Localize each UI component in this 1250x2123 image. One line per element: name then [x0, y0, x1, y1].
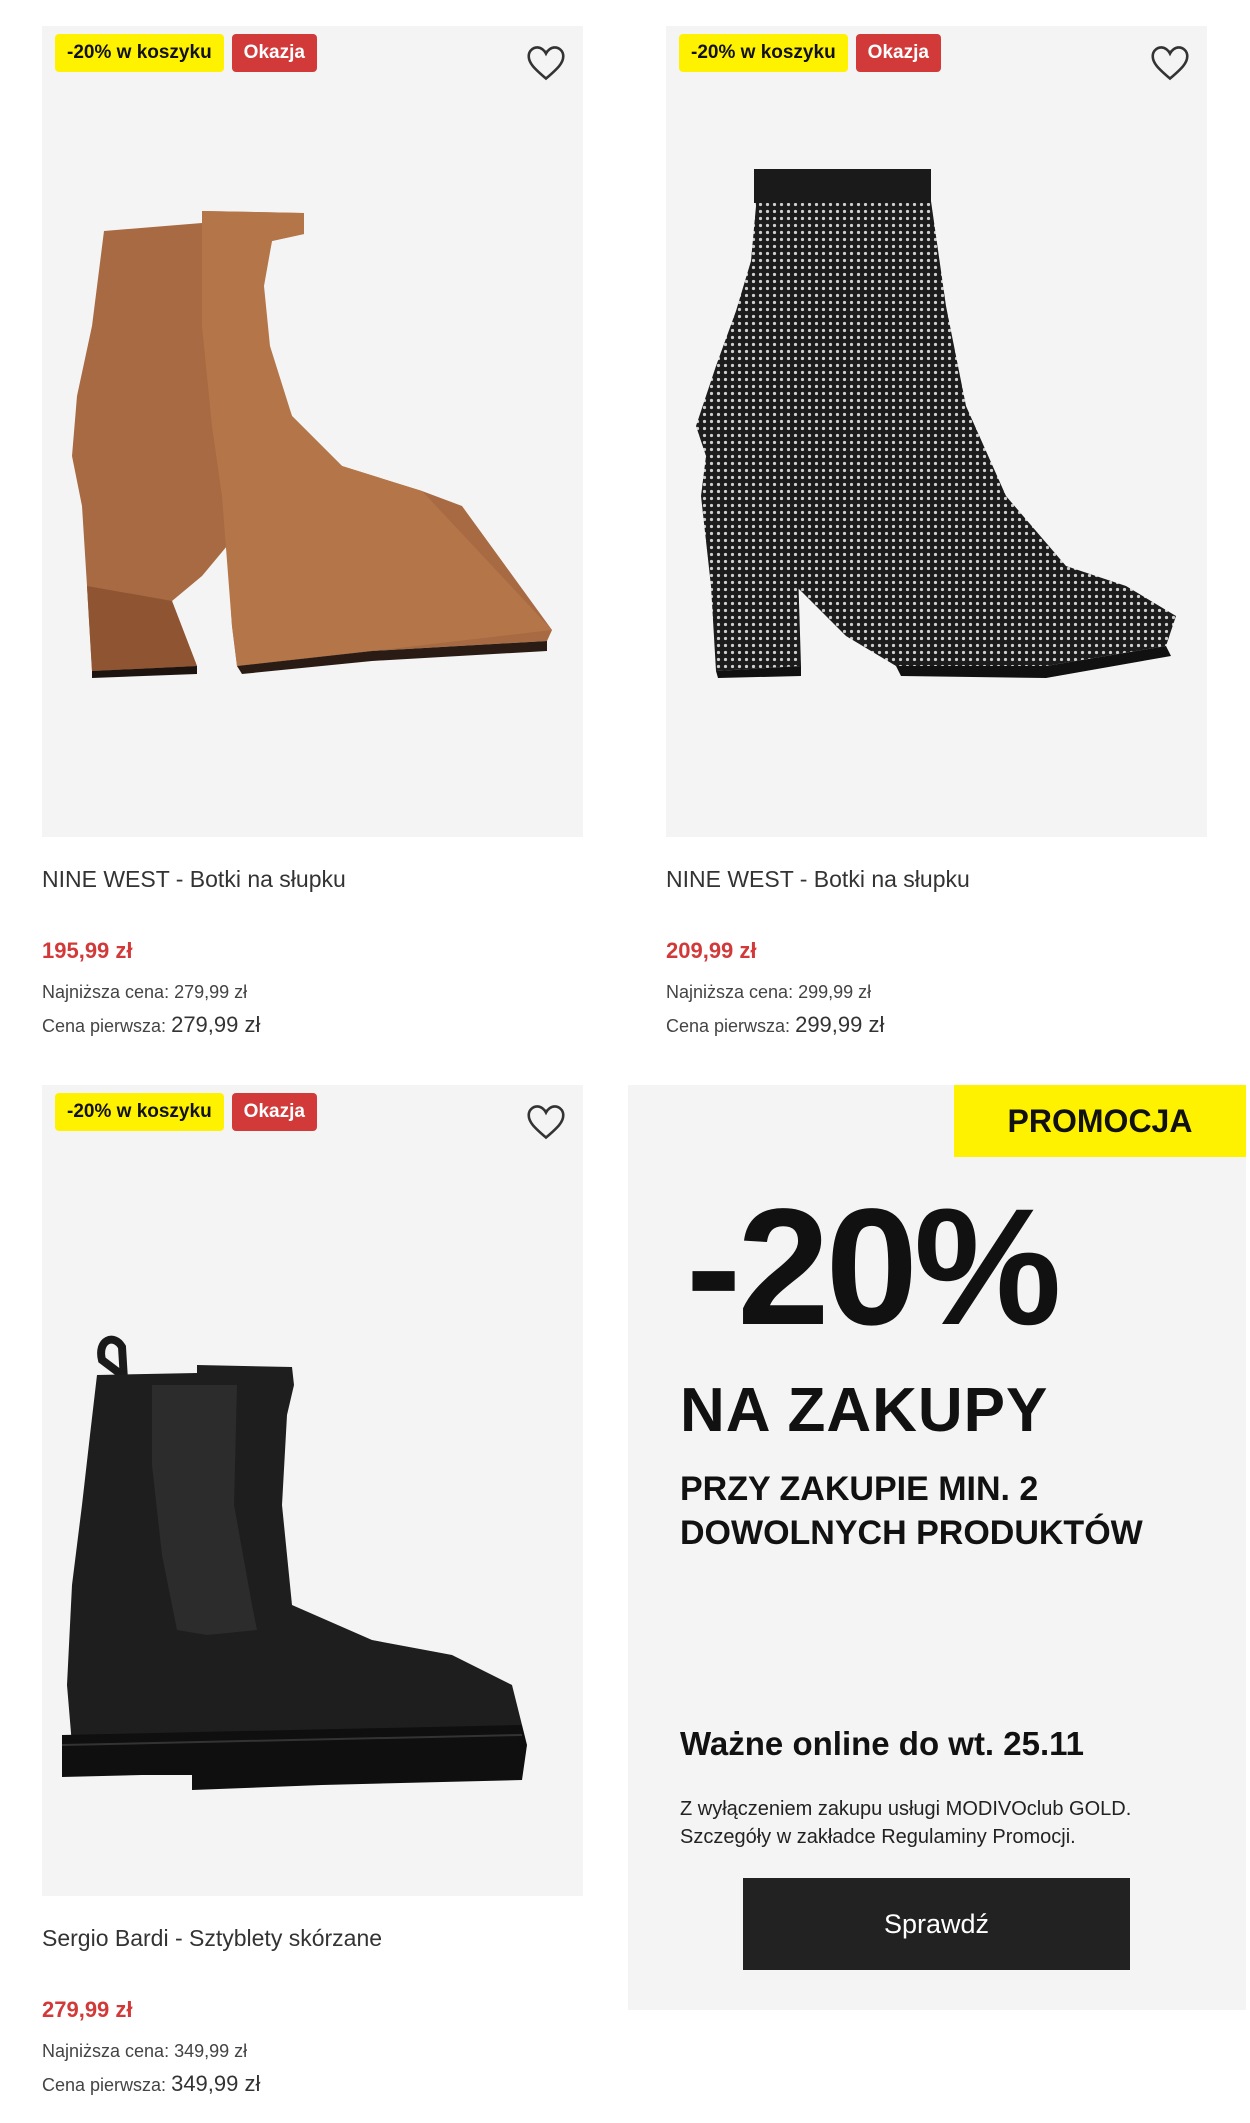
- heart-icon[interactable]: [525, 1103, 567, 1141]
- product-name[interactable]: NINE WEST - Botki na słupku: [42, 866, 346, 893]
- product-image[interactable]: [666, 26, 1207, 837]
- first-price-value: 349,99 zł: [171, 2071, 261, 2096]
- first-price-label: Cena pierwsza:: [666, 1016, 791, 1036]
- promo-condition-line1: PRZY ZAKUPIE MIN. 2: [680, 1470, 1039, 1508]
- first-price-value: 299,99 zł: [795, 1012, 885, 1037]
- promo-tag: PROMOCJA: [954, 1085, 1246, 1157]
- promo-fine-line2: Szczegóły w zakładce Regulaminy Promocji…: [680, 1826, 1076, 1848]
- lowest-price: Najniższa cena: 279,99 zł: [42, 982, 248, 1002]
- heart-icon[interactable]: [525, 44, 567, 82]
- promo-discount: -20%: [686, 1175, 1062, 1360]
- promo-fine-line1: Z wyłączeniem zakupu usługi MODIVOclub G…: [680, 1798, 1132, 1820]
- first-price-value: 279,99 zł: [171, 1012, 261, 1037]
- product-image[interactable]: [42, 1085, 583, 1896]
- first-price: Cena pierwsza: 349,99 zł: [42, 2071, 260, 2097]
- sale-badge: Okazja: [231, 34, 317, 72]
- first-price: Cena pierwsza: 279,99 zł: [42, 1012, 260, 1038]
- product-image[interactable]: [42, 26, 583, 837]
- discount-badge: -20% w koszyku: [55, 34, 224, 72]
- product-price: 279,99 zł: [42, 1997, 133, 2022]
- promo-fine-print: Z wyłączeniem zakupu usługi MODIVOclub G…: [680, 1795, 1131, 1851]
- promo-condition: PRZY ZAKUPIE MIN. 2 DOWOLNYCH PRODUKTÓW: [680, 1467, 1143, 1555]
- product-name[interactable]: NINE WEST - Botki na słupku: [666, 866, 970, 893]
- lowest-price: Najniższa cena: 299,99 zł: [666, 982, 872, 1002]
- promo-valid-date: Ważne online do wt. 25.11: [680, 1725, 1085, 1762]
- check-button[interactable]: Sprawdź: [743, 1878, 1130, 1970]
- first-price: Cena pierwsza: 299,99 zł: [666, 1012, 884, 1038]
- lowest-price: Najniższa cena: 349,99 zł: [42, 2041, 248, 2061]
- sale-badge: Okazja: [231, 1093, 317, 1131]
- sale-badge: Okazja: [855, 34, 941, 72]
- promo-condition-line2: DOWOLNYCH PRODUKTÓW: [680, 1514, 1143, 1552]
- promo-banner[interactable]: PROMOCJA -20% NA ZAKUPY PRZY ZAKUPIE MIN…: [628, 1085, 1246, 2010]
- discount-badge: -20% w koszyku: [679, 34, 848, 72]
- product-price: 195,99 zł: [42, 938, 133, 963]
- promo-headline: NA ZAKUPY: [680, 1376, 1049, 1445]
- heart-icon[interactable]: [1149, 44, 1191, 82]
- product-price: 209,99 zł: [666, 938, 757, 963]
- first-price-label: Cena pierwsza:: [42, 2075, 167, 2095]
- product-name[interactable]: Sergio Bardi - Sztyblety skórzane: [42, 1925, 382, 1952]
- discount-badge: -20% w koszyku: [55, 1093, 224, 1131]
- first-price-label: Cena pierwsza:: [42, 1016, 167, 1036]
